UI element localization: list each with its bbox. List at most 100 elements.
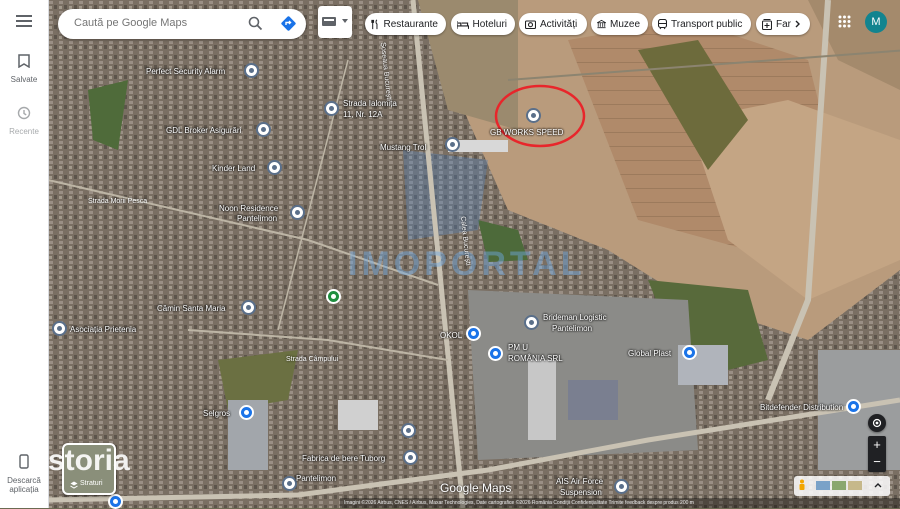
place-label[interactable]: Suspension xyxy=(560,488,602,497)
download-label: Descarcă aplicația xyxy=(7,476,41,494)
terrain-thumb[interactable] xyxy=(832,481,846,490)
place-label[interactable]: Cămin Santa Maria xyxy=(157,304,225,313)
museum-icon xyxy=(597,19,606,29)
place-label[interactable]: Pantelimon xyxy=(296,474,336,483)
my-location-button[interactable] xyxy=(868,414,886,432)
place-pin[interactable] xyxy=(52,321,67,336)
camera-icon xyxy=(525,20,536,29)
place-label[interactable]: Pantelimon xyxy=(237,214,277,223)
place-pin[interactable] xyxy=(108,494,123,509)
restaurant-icon xyxy=(371,18,378,29)
search-input[interactable] xyxy=(72,16,236,30)
place-label[interactable]: Kinder Land xyxy=(212,164,255,173)
place-label[interactable]: Bitdefender Distribution xyxy=(760,403,843,412)
storia-watermark: storia xyxy=(48,444,130,477)
traffic-thumb[interactable] xyxy=(848,481,862,490)
recent-label: Recente xyxy=(9,127,39,136)
saved-label: Salvate xyxy=(10,75,38,84)
location-icon xyxy=(872,418,882,428)
chip-label: Transport public xyxy=(671,18,743,30)
zoom-out-button[interactable]: − xyxy=(868,454,886,472)
input-tools-button[interactable] xyxy=(318,6,352,38)
place-label[interactable]: ROMÂNIA SRL xyxy=(508,354,563,363)
place-pin[interactable] xyxy=(466,326,481,341)
recent-button[interactable]: Recente xyxy=(0,106,48,136)
place-pin[interactable] xyxy=(524,315,539,330)
place-pin[interactable] xyxy=(282,476,297,491)
place-pin[interactable] xyxy=(290,205,305,220)
menu-button[interactable] xyxy=(0,14,48,33)
place-pin[interactable] xyxy=(241,300,256,315)
place-pin[interactable] xyxy=(244,63,259,78)
place-pin[interactable] xyxy=(267,160,282,175)
zoom-in-button[interactable]: + xyxy=(868,436,886,454)
attribution-bar[interactable]: Imagini ©2026 Airbus, CNES / Airbus, Max… xyxy=(340,498,900,508)
place-pin[interactable] xyxy=(614,479,629,494)
place-pin[interactable] xyxy=(526,108,541,123)
apps-button[interactable] xyxy=(838,15,851,33)
place-pin[interactable] xyxy=(445,137,460,152)
place-label[interactable]: Mustang Trol xyxy=(380,143,426,152)
place-pin[interactable] xyxy=(326,289,341,304)
chevron-right-icon[interactable] xyxy=(795,20,800,28)
place-label[interactable]: Perfect Security Alarm xyxy=(146,67,225,76)
download-app-button[interactable]: Descarcă aplicația xyxy=(0,454,48,494)
avatar[interactable]: M xyxy=(865,11,887,33)
place-label[interactable]: PM U xyxy=(508,343,528,352)
place-pin[interactable] xyxy=(256,122,271,137)
place-label[interactable]: Asociația Prietenia xyxy=(70,325,136,334)
place-pin[interactable] xyxy=(401,423,416,438)
road-label: Strada Morii Pesca xyxy=(88,198,148,205)
layers-icon xyxy=(70,481,78,489)
chip-label: Far xyxy=(776,18,791,30)
pegman-icon[interactable] xyxy=(798,479,806,493)
chevron-down-icon xyxy=(342,19,348,23)
pharmacy-icon xyxy=(762,18,772,30)
google-maps-logo: Google Maps xyxy=(440,481,512,495)
apps-grid-icon xyxy=(838,15,851,28)
place-label[interactable]: GB WORKS SPEED xyxy=(490,128,563,137)
chip-label: Hoteluri xyxy=(472,18,507,30)
chip-label: Muzee xyxy=(609,18,640,30)
chip-label: Activități xyxy=(540,18,578,30)
sidebar: Salvate Recente Descarcă aplicația xyxy=(0,0,49,508)
place-pin[interactable] xyxy=(239,405,254,420)
place-label[interactable]: Brideman Logistic xyxy=(543,313,607,322)
place-label[interactable]: 11, Nr. 12A xyxy=(343,110,382,119)
search-box[interactable] xyxy=(58,9,306,39)
chip-hoteluri[interactable]: Hoteluri xyxy=(451,13,515,35)
search-icon[interactable] xyxy=(248,16,263,36)
place-label[interactable]: GDL Broker Asigurări xyxy=(166,126,241,135)
chip-label: Restaurante xyxy=(383,18,438,30)
history-icon xyxy=(17,106,31,120)
chip-farmacii[interactable]: Far xyxy=(756,13,810,35)
place-label[interactable]: Noon Residence xyxy=(219,204,278,213)
place-label[interactable]: Global Plast xyxy=(628,349,671,358)
imagery-thumb[interactable] xyxy=(816,481,830,490)
chip-transport-public[interactable]: Transport public xyxy=(652,13,751,35)
directions-icon[interactable] xyxy=(280,15,297,37)
chip-restaurante[interactable]: Restaurante xyxy=(365,13,446,35)
place-pin[interactable] xyxy=(324,101,339,116)
place-label[interactable]: Selgros xyxy=(203,409,230,418)
place-pin[interactable] xyxy=(403,450,418,465)
place-label[interactable]: Pantelimon xyxy=(552,324,592,333)
chip-muzee[interactable]: Muzee xyxy=(591,13,648,35)
road-label: Strada Câmpului xyxy=(286,356,339,363)
place-label[interactable]: OKOL xyxy=(440,331,462,340)
place-pin[interactable] xyxy=(488,346,503,361)
keyboard-icon xyxy=(322,17,336,26)
place-pin[interactable] xyxy=(846,399,861,414)
place-label[interactable]: AIS Air Force xyxy=(556,477,603,486)
phone-icon xyxy=(19,454,29,469)
place-pin[interactable] xyxy=(682,345,697,360)
place-label[interactable]: Fabrica de bere Tuborg xyxy=(302,454,385,463)
chevron-up-icon[interactable] xyxy=(874,482,882,488)
hotel-icon xyxy=(457,20,469,29)
saved-button[interactable]: Salvate xyxy=(0,54,48,84)
menu-icon xyxy=(16,15,32,27)
satellite-map[interactable]: IMOPORTAL xyxy=(48,0,900,508)
chip-activitati[interactable]: Activități xyxy=(519,13,587,35)
bookmark-icon xyxy=(18,54,30,69)
map-controls-bar xyxy=(794,476,890,496)
